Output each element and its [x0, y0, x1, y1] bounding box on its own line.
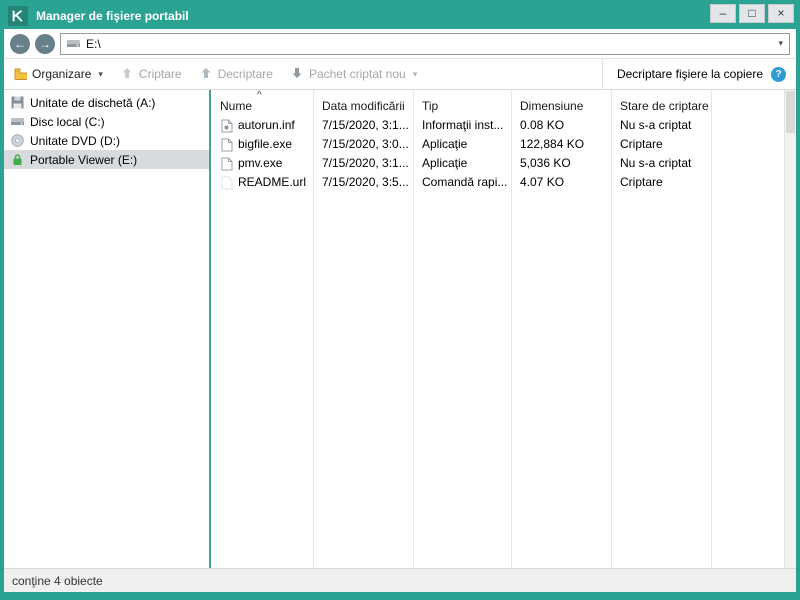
drive-icon — [67, 37, 80, 51]
vertical-scrollbar[interactable] — [784, 90, 796, 568]
file-name: pmv.exe — [238, 156, 283, 170]
exe-file-icon — [221, 157, 234, 171]
file-name: autorun.inf — [238, 118, 295, 132]
file-size: 5,036 KO — [520, 156, 571, 170]
hard-disk-icon — [11, 115, 24, 129]
sidebar-item-local-c[interactable]: Disc local (C:) — [4, 112, 209, 131]
column-header-encryption[interactable]: Stare de criptare — [611, 99, 711, 113]
inf-file-icon — [221, 119, 234, 133]
column-divider[interactable] — [711, 90, 712, 568]
window-title: Manager de fişiere portabil — [36, 9, 189, 23]
help-icon[interactable]: ? — [771, 66, 786, 82]
column-divider[interactable] — [413, 90, 414, 568]
navigation-bar: ← → E:\ ▾ — [4, 29, 796, 59]
file-type: Aplicaţie — [422, 137, 468, 151]
encrypt-button[interactable]: Criptare — [121, 67, 182, 81]
file-type: Comandă rapi... — [422, 175, 508, 189]
organize-caret-icon: ▾ — [98, 68, 103, 79]
file-row-autorun[interactable]: autorun.inf 7/15/2020, 3:1... Informaţii… — [211, 116, 784, 135]
status-text: conţine 4 obiecte — [12, 573, 103, 588]
minimize-button[interactable]: – — [710, 4, 736, 23]
url-file-icon — [221, 176, 234, 190]
column-header-modified[interactable]: Data modificării — [313, 99, 413, 113]
organize-button[interactable]: Organizare ▾ — [14, 67, 103, 81]
file-encryption-status: Nu s-a criptat — [620, 118, 692, 132]
file-modified: 7/15/2020, 3:1... — [322, 118, 409, 132]
forward-button[interactable]: → — [35, 33, 55, 54]
file-list-header: ^ Nume Data modificării Tip Dimensiune S… — [211, 90, 784, 116]
sidebar-item-label: Unitate DVD (D:) — [30, 133, 121, 148]
new-package-caret-icon: ▾ — [412, 68, 418, 79]
lock-icon — [11, 153, 24, 167]
toolbar: Organizare ▾ Criptare Decriptare Pachet — [4, 59, 796, 90]
floppy-drive-icon — [11, 96, 24, 110]
encrypt-label: Criptare — [138, 67, 182, 81]
address-bar[interactable]: E:\ ▾ — [60, 32, 790, 55]
file-type: Informaţii inst... — [422, 118, 504, 132]
package-down-icon — [291, 67, 304, 81]
file-name: bigfile.exe — [238, 137, 293, 151]
decrypt-on-copy-label[interactable]: Decriptare fişiere la copiere — [617, 67, 763, 81]
folder-icon — [14, 67, 27, 81]
exe-file-icon — [221, 138, 234, 152]
file-modified: 7/15/2020, 3:5... — [322, 175, 409, 189]
kaspersky-logo-icon — [8, 6, 28, 26]
file-encryption-status: Nu s-a criptat — [620, 156, 692, 170]
organize-label: Organizare — [32, 67, 92, 81]
file-size: 122,884 KO — [520, 137, 585, 151]
file-list: ^ Nume Data modificării Tip Dimensiune S… — [211, 90, 784, 568]
column-header-size[interactable]: Dimensiune — [511, 99, 611, 113]
sidebar-item-dvd-d[interactable]: Unitate DVD (D:) — [4, 131, 209, 150]
new-encrypted-package-label: Pachet criptat nou — [308, 67, 406, 81]
back-button[interactable]: ← — [10, 33, 30, 54]
file-size: 4.07 KO — [520, 175, 565, 189]
window-body: ← → E:\ ▾ Organizare ▾ Criptare Decripta… — [4, 29, 796, 592]
sidebar-item-portable-viewer-e[interactable]: Portable Viewer (E:) — [4, 150, 209, 169]
file-row-bigfile[interactable]: bigfile.exe 7/15/2020, 3:0... Aplicaţie … — [211, 135, 784, 154]
close-button[interactable]: × — [768, 4, 794, 23]
window-controls: – □ × — [710, 4, 794, 23]
decrypt-icon — [200, 67, 213, 81]
scrollbar-thumb[interactable] — [786, 91, 795, 133]
dvd-drive-icon — [11, 133, 24, 148]
encrypt-icon — [121, 67, 134, 81]
file-modified: 7/15/2020, 3:0... — [322, 137, 409, 151]
address-text: E:\ — [86, 36, 101, 51]
new-encrypted-package-button[interactable]: Pachet criptat nou ▾ — [291, 67, 417, 81]
file-type: Aplicaţie — [422, 156, 468, 170]
status-bar: conţine 4 obiecte — [4, 568, 796, 592]
address-dropdown-icon[interactable]: ▾ — [778, 38, 783, 49]
sidebar-item-label: Unitate de dischetă (A:) — [30, 95, 156, 110]
toolbar-right-group: Decriptare fişiere la copiere ? — [601, 59, 786, 89]
column-header-name[interactable]: Nume — [211, 99, 313, 113]
file-row-readme[interactable]: README.url 7/15/2020, 3:5... Comandă rap… — [211, 173, 784, 192]
file-size: 0.08 KO — [520, 118, 565, 132]
sort-ascending-icon: ^ — [257, 90, 262, 101]
drive-tree-sidebar: Unitate de dischetă (A:) Disc local (C:)… — [4, 90, 209, 568]
file-name: README.url — [238, 175, 307, 189]
column-header-type[interactable]: Tip — [413, 99, 511, 113]
sidebar-item-label: Disc local (C:) — [30, 114, 105, 129]
app-window: Manager de fişiere portabil – □ × ← → E:… — [0, 0, 800, 600]
decrypt-label: Decriptare — [217, 67, 273, 81]
sidebar-item-label: Portable Viewer (E:) — [30, 152, 138, 167]
column-divider[interactable] — [611, 90, 612, 568]
file-encryption-status: Criptare — [620, 175, 663, 189]
titlebar: Manager de fişiere portabil – □ × — [4, 3, 796, 29]
file-modified: 7/15/2020, 3:1... — [322, 156, 409, 170]
main-content: Unitate de dischetă (A:) Disc local (C:)… — [4, 90, 796, 568]
decrypt-button[interactable]: Decriptare — [200, 67, 273, 81]
file-encryption-status: Criptare — [620, 137, 663, 151]
sidebar-item-floppy-a[interactable]: Unitate de dischetă (A:) — [4, 93, 209, 112]
maximize-button[interactable]: □ — [739, 4, 765, 23]
column-divider[interactable] — [313, 90, 314, 568]
column-divider[interactable] — [511, 90, 512, 568]
file-row-pmv[interactable]: pmv.exe 7/15/2020, 3:1... Aplicaţie 5,03… — [211, 154, 784, 173]
